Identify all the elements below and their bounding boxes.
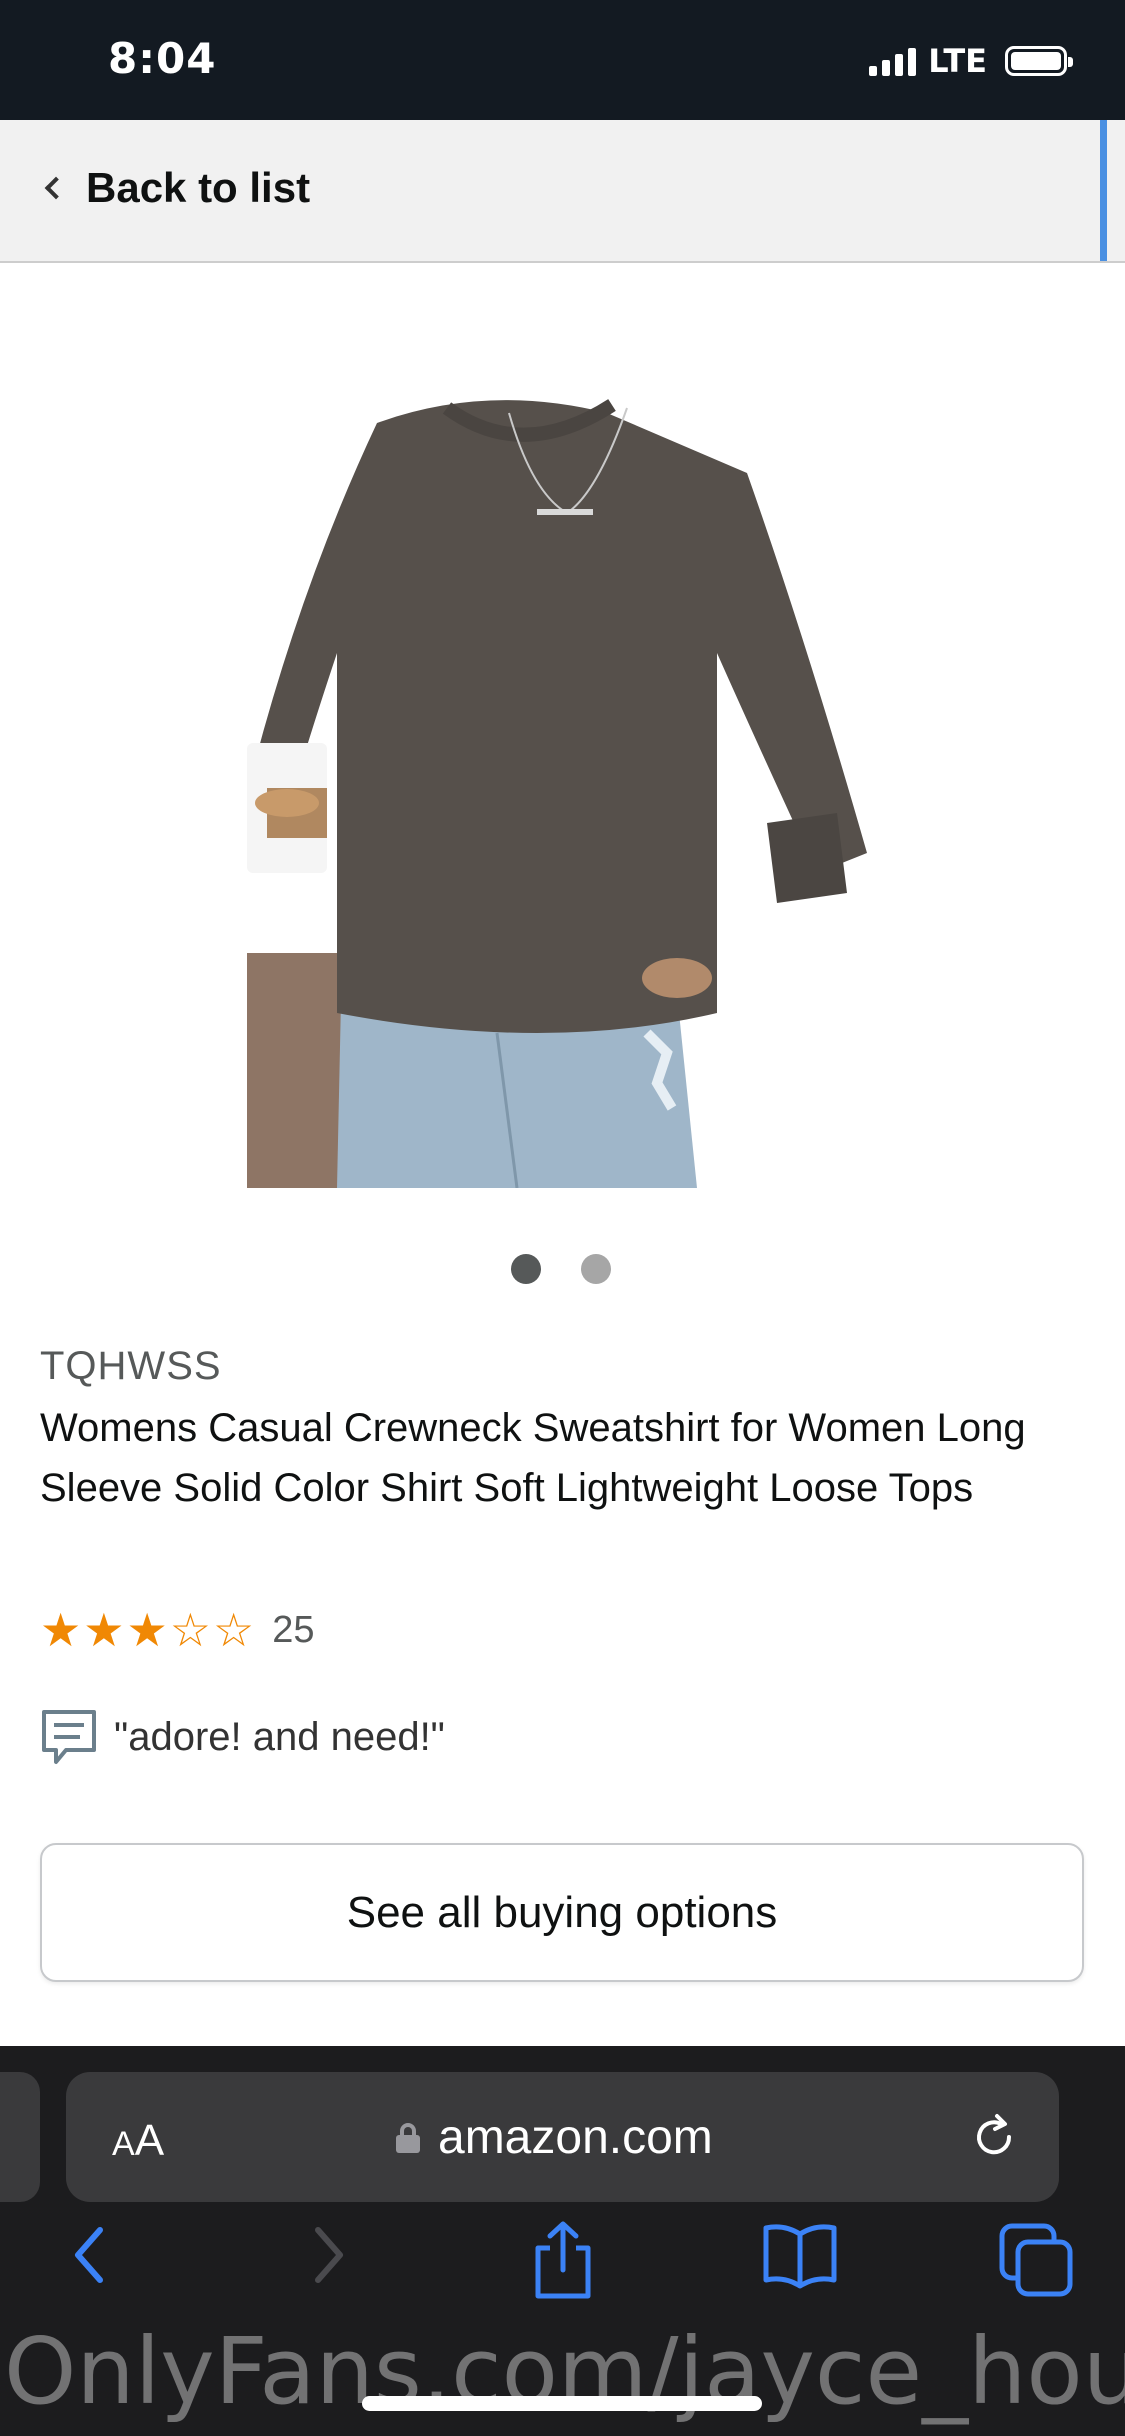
url-display[interactable]: amazon.com	[396, 2110, 713, 2165]
back-to-list-link[interactable]: Back to list	[40, 164, 310, 212]
sweatshirt-photo-icon	[247, 399, 867, 1189]
battery-icon	[1005, 46, 1073, 76]
star-empty-icon: ☆	[213, 1604, 255, 1656]
rating-count: 25	[272, 1608, 315, 1651]
product-rating[interactable]: ★ ★ ★ ☆ ☆ 25	[40, 1606, 315, 1654]
header-accent-bar	[1100, 120, 1107, 261]
star-filled-icon: ★	[83, 1604, 125, 1656]
forward-icon[interactable]	[304, 2220, 354, 2290]
product-image[interactable]	[247, 393, 875, 1189]
bookmarks-icon[interactable]	[760, 2220, 840, 2290]
status-time: 8:04	[108, 34, 217, 83]
network-type: LTE	[928, 42, 987, 80]
status-bar: 8:04 LTE	[0, 0, 1125, 120]
lock-icon	[396, 2122, 420, 2153]
star-empty-icon: ☆	[169, 1604, 211, 1656]
star-filled-icon: ★	[126, 1604, 168, 1656]
carousel-dot-1[interactable]	[511, 1254, 541, 1284]
tabs-icon[interactable]	[996, 2220, 1076, 2300]
comment-icon	[42, 1710, 96, 1764]
product-title: Womens Casual Crewneck Sweatshirt for Wo…	[40, 1406, 1026, 1510]
carousel-dot-2[interactable]	[581, 1254, 611, 1284]
address-bar[interactable]: AA amazon.com	[66, 2072, 1059, 2202]
star-filled-icon: ★	[40, 1604, 82, 1656]
share-icon[interactable]	[528, 2220, 598, 2300]
status-indicators: LTE	[869, 42, 1073, 80]
signal-icon	[869, 46, 917, 76]
back-to-list-label: Back to list	[86, 164, 311, 211]
url-text: amazon.com	[438, 2111, 713, 2164]
review-snippet-text: "adore! and need!"	[114, 1714, 445, 1759]
image-carousel-dots	[511, 1254, 611, 1284]
previous-tab-preview[interactable]	[0, 2072, 40, 2202]
product-brand[interactable]: TQHWSS	[40, 1344, 222, 1389]
chevron-left-icon	[44, 176, 68, 200]
see-all-buying-options-button[interactable]: See all buying options	[40, 1843, 1084, 1982]
back-icon[interactable]	[64, 2220, 114, 2290]
reload-icon[interactable]	[969, 2112, 1019, 2162]
text-size-button[interactable]: AA	[112, 2116, 164, 2166]
review-snippet: "adore! and need!"	[40, 1708, 445, 1766]
back-header: Back to list	[0, 120, 1125, 263]
home-indicator[interactable]	[362, 2396, 762, 2411]
